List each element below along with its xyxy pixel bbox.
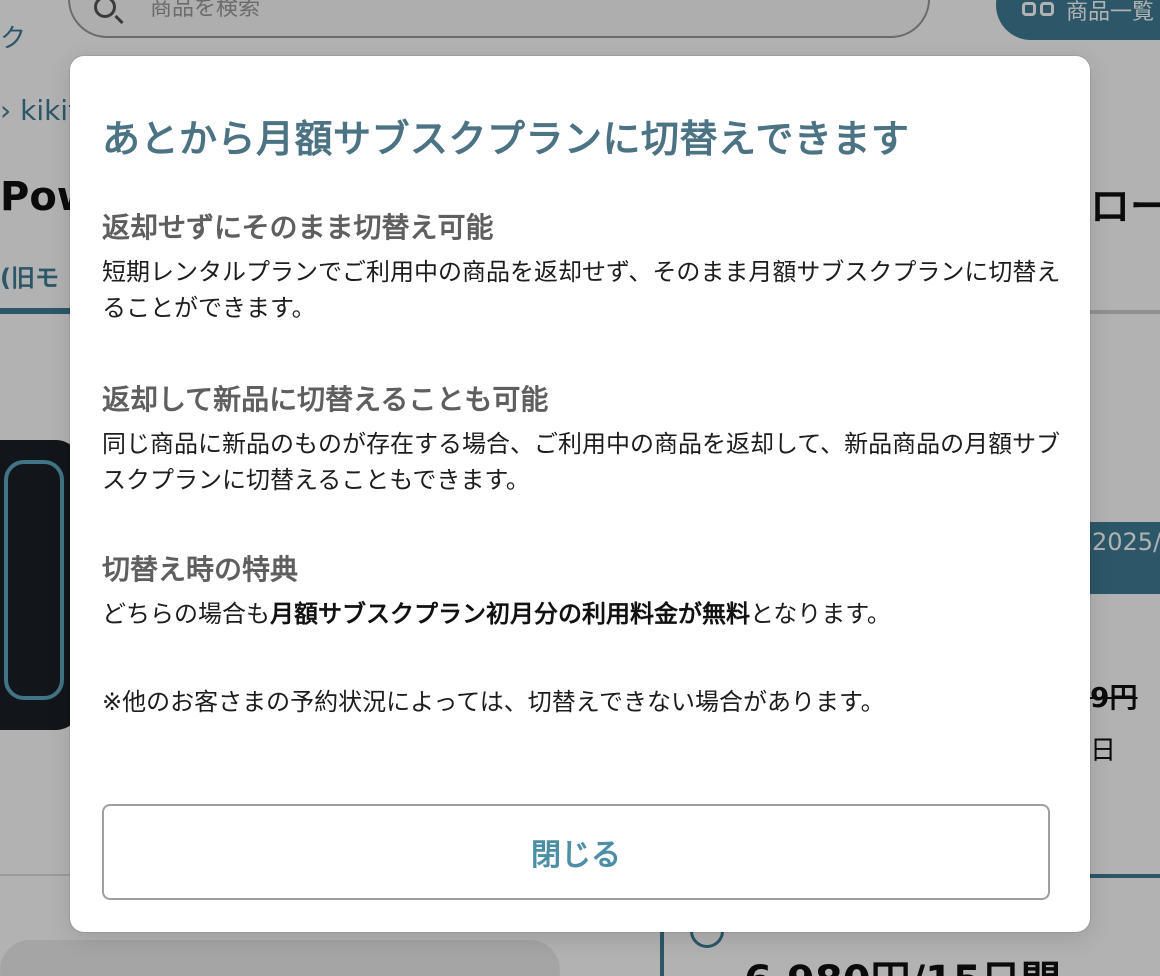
section-heading: 返却して新品に切替えることも可能 (102, 383, 549, 416)
subscription-switch-modal: あとから月額サブスクプランに切替えできます 返却せずにそのまま切替え可能 短期レ… (70, 56, 1090, 932)
section-heading: 返却せずにそのまま切替え可能 (102, 211, 494, 244)
benefit-prefix: どちらの場合も (102, 600, 270, 628)
modal-title: あとから月額サブスクプランに切替えできます (102, 117, 910, 161)
benefit-highlight: 月額サブスクプラン初月分の利用料金が無料 (270, 600, 750, 628)
benefit-suffix: となります。 (750, 600, 891, 628)
section-no-return: 返却せずにそのまま切替え可能 短期レンタルプランでご利用中の商品を返却せず、その… (102, 208, 1062, 326)
availability-note: ※他のお客さまの予約状況によっては、切替えできない場合があります。 (102, 688, 885, 716)
section-return-new: 返却して新品に切替えることも可能 同じ商品に新品のものが存在する場合、ご利用中の… (102, 380, 1062, 498)
section-body: 短期レンタルプランでご利用中の商品を返却せず、そのまま月額サブスクプランに切替え… (102, 258, 1061, 322)
section-body: 同じ商品に新品のものが存在する場合、ご利用中の商品を返却して、新品商品の月額サブ… (102, 430, 1061, 494)
section-heading: 切替え時の特典 (102, 553, 299, 586)
section-benefit: 切替え時の特典 どちらの場合も月額サブスクプラン初月分の利用料金が無料となります… (102, 550, 1062, 632)
close-button[interactable]: 閉じる (102, 804, 1050, 900)
section-body: どちらの場合も月額サブスクプラン初月分の利用料金が無料となります。 (102, 596, 1062, 632)
